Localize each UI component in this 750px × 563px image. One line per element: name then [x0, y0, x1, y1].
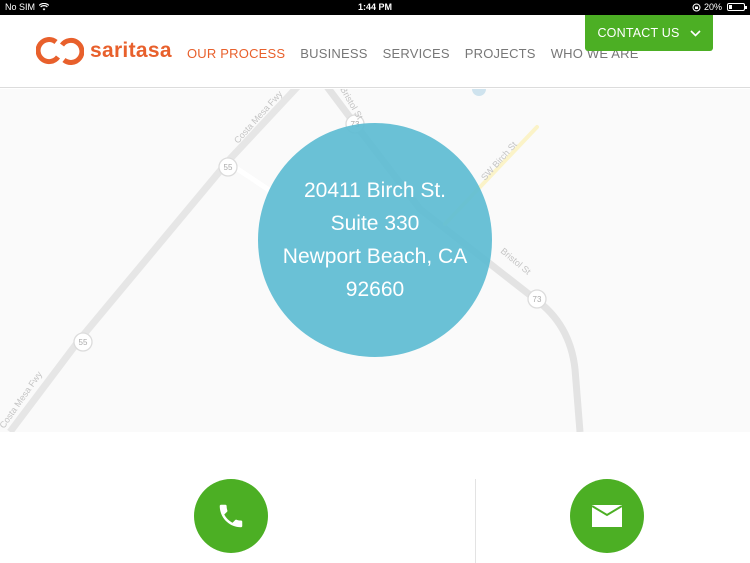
- section-divider: [475, 479, 476, 563]
- site-header: saritasa OUR PROCESS BUSINESS SERVICES P…: [0, 15, 750, 88]
- map-pin-marker: [472, 89, 486, 96]
- email-button[interactable]: [570, 479, 644, 553]
- nav-business[interactable]: BUSINESS: [300, 46, 367, 61]
- mail-icon: [592, 505, 622, 527]
- address-line-1: 20411 Birch St.: [303, 179, 447, 202]
- svg-text:55: 55: [224, 163, 233, 172]
- nav-projects[interactable]: PROJECTS: [465, 46, 536, 61]
- contact-options: [0, 432, 750, 563]
- shield-55-bottom: 55: [73, 332, 93, 352]
- clock: 1:44 PM: [357, 2, 392, 12]
- label-sw-birch-st: SW Birch St: [479, 139, 519, 182]
- nav-our-process[interactable]: OUR PROCESS: [187, 46, 285, 61]
- shield-73-bottom: 73: [527, 289, 547, 309]
- address-line-4: 92660: [345, 278, 405, 301]
- phone-icon: [219, 504, 243, 528]
- address-line-3: Newport Beach, CA: [282, 245, 468, 268]
- svg-text:73: 73: [533, 295, 542, 304]
- logo-mark-icon: [36, 37, 84, 65]
- rotation-lock-icon: [692, 3, 701, 11]
- status-bar: No SIM 1:44 PM 20%: [0, 0, 750, 15]
- phone-button[interactable]: [194, 479, 268, 553]
- battery-icon: [727, 3, 747, 11]
- address-bubble: 20411 Birch St. Suite 330 Newport Beach,…: [258, 123, 492, 357]
- contact-us-label: CONTACT US: [597, 26, 680, 40]
- shield-55-top: 55: [218, 157, 238, 177]
- location-map[interactable]: 55 55 73 73 Costa Mesa Fwy Costa Mesa Fw…: [0, 89, 750, 432]
- battery-percent: 20%: [703, 2, 722, 12]
- logo-text: saritasa: [90, 39, 172, 62]
- address-line-2: Suite 330: [330, 212, 420, 235]
- contact-us-button[interactable]: CONTACT US: [585, 15, 713, 51]
- road-costa-mesa-fwy: [7, 89, 301, 432]
- nav-services[interactable]: SERVICES: [383, 46, 450, 61]
- chevron-down-icon: [689, 29, 701, 37]
- saritasa-logo[interactable]: saritasa: [36, 37, 172, 65]
- svg-text:55: 55: [79, 338, 88, 347]
- main-nav: OUR PROCESS BUSINESS SERVICES PROJECTS W…: [187, 46, 639, 61]
- label-costa-mesa-fwy-top: Costa Mesa Fwy: [232, 89, 285, 145]
